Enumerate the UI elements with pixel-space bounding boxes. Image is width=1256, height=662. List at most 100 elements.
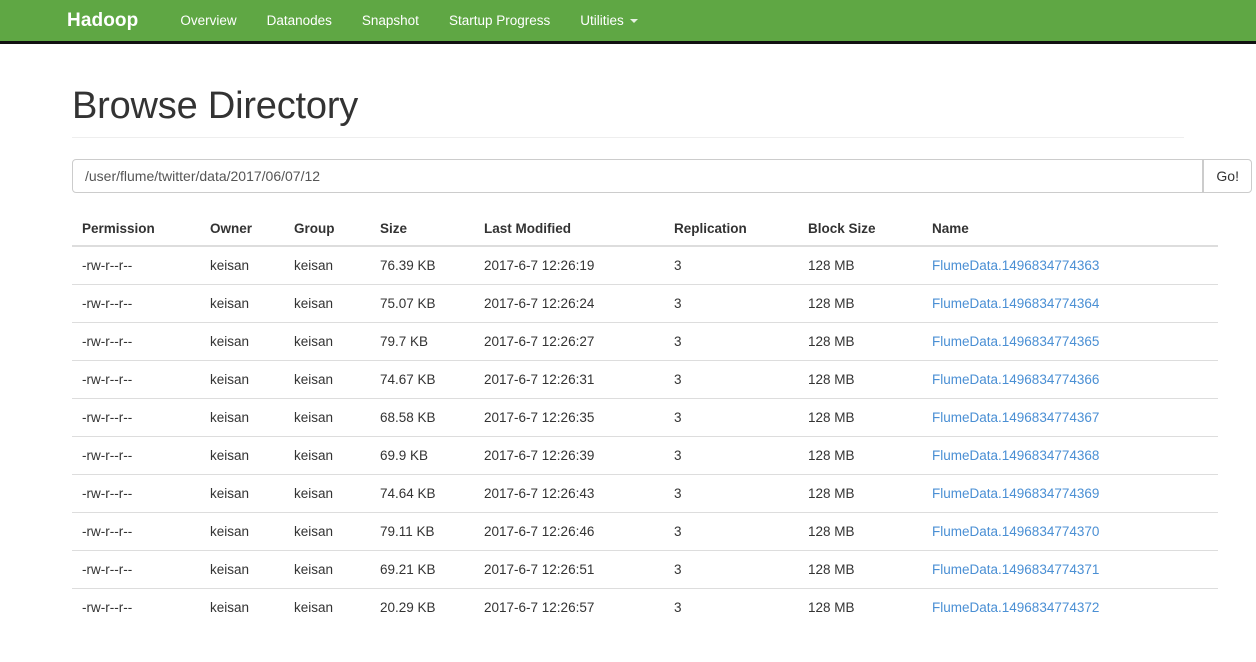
column-header-size: Size bbox=[370, 212, 474, 247]
directory-path-input[interactable] bbox=[72, 158, 1204, 193]
table-row: -rw-r--r-- keisan keisan 74.64 KB 2017-6… bbox=[72, 473, 1218, 513]
cell-last-modified: 2017-6-7 12:26:24 bbox=[474, 283, 664, 323]
cell-group: keisan bbox=[284, 283, 370, 323]
cell-block-size: 128 MB bbox=[798, 397, 922, 437]
cell-name: FlumeData.1496834774370 bbox=[922, 511, 1218, 551]
cell-size: 74.67 KB bbox=[370, 359, 474, 399]
cell-size: 69.21 KB bbox=[370, 549, 474, 589]
cell-size: 69.9 KB bbox=[370, 435, 474, 475]
cell-size: 79.11 KB bbox=[370, 511, 474, 551]
cell-permission: -rw-r--r-- bbox=[72, 511, 200, 551]
cell-block-size: 128 MB bbox=[798, 511, 922, 551]
cell-owner: keisan bbox=[200, 321, 284, 361]
cell-owner: keisan bbox=[200, 435, 284, 475]
main-container: Browse Directory Go! Permission Owner Gr… bbox=[57, 85, 1252, 626]
page-title: Browse Directory bbox=[72, 85, 359, 127]
cell-owner: keisan bbox=[210, 257, 250, 273]
file-link[interactable]: FlumeData.1496834774368 bbox=[932, 448, 1099, 463]
column-header-block-size: Block Size bbox=[798, 212, 922, 247]
brand-hadoop[interactable]: Hadoop bbox=[52, 0, 153, 43]
cell-replication: 3 bbox=[664, 359, 798, 399]
file-link[interactable]: FlumeData.1496834774364 bbox=[932, 296, 1099, 311]
cell-last-modified: 2017-6-7 12:26:31 bbox=[474, 359, 664, 399]
table-row: -rw-r--r-- keisan keisan 69.21 KB 2017-6… bbox=[72, 549, 1218, 589]
cell-block-size: 128 MB bbox=[798, 435, 922, 475]
cell-last-modified: 2017-6-7 12:26:57 bbox=[474, 587, 664, 626]
nav-item-overview[interactable]: Overview bbox=[165, 0, 251, 43]
cell-replication: 3 bbox=[664, 511, 798, 551]
cell-name: FlumeData.1496834774371 bbox=[922, 549, 1218, 589]
cell-last-modified: 2017-6-7 12:26:27 bbox=[474, 321, 664, 361]
column-header-last-modified: Last Modified bbox=[474, 212, 664, 247]
cell-last-modified: 2017-6-7 12:26:19 bbox=[484, 257, 595, 273]
column-header-group: Group bbox=[284, 212, 370, 247]
cell-name: FlumeData.1496834774366 bbox=[922, 359, 1218, 399]
cell-group: keisan bbox=[284, 473, 370, 513]
cell-block-size: 128 MB bbox=[798, 473, 922, 513]
cell-permission: -rw-r--r-- bbox=[72, 549, 200, 589]
file-link[interactable]: FlumeData.1496834774371 bbox=[932, 562, 1099, 577]
cell-group: keisan bbox=[284, 435, 370, 475]
table-row: -rw-r--r-- keisan keisan 79.7 KB 2017-6-… bbox=[72, 321, 1218, 361]
nav-links: Overview Datanodes Snapshot Startup Prog… bbox=[165, 0, 652, 43]
cell-last-modified: 2017-6-7 12:26:51 bbox=[474, 549, 664, 589]
table-body: -rw-r--r-- keisan keisan 76.39 KB 2017-6… bbox=[72, 246, 1218, 626]
cell-permission: -rw-r--r-- bbox=[72, 321, 200, 361]
cell-block-size: 128 MB bbox=[798, 549, 922, 589]
cell-permission: -rw-r--r-- bbox=[72, 283, 200, 323]
file-link[interactable]: FlumeData.1496834774363 bbox=[932, 258, 1099, 273]
cell-permission: -rw-r--r-- bbox=[72, 473, 200, 513]
table-header: Permission Owner Group Size Last Modifie… bbox=[72, 212, 1218, 247]
nav-item-label: Startup Progress bbox=[448, 12, 551, 28]
nav-item-label: Overview bbox=[180, 12, 237, 28]
cell-replication: 3 bbox=[674, 257, 682, 273]
file-link[interactable]: FlumeData.1496834774367 bbox=[932, 410, 1099, 425]
cell-owner: keisan bbox=[200, 359, 284, 399]
cell-permission: -rw-r--r-- bbox=[82, 257, 133, 273]
nav-item-utilities[interactable]: Utilities bbox=[565, 0, 653, 43]
cell-name: FlumeData.1496834774364 bbox=[922, 283, 1218, 323]
cell-block-size: 128 MB bbox=[798, 587, 922, 626]
go-button[interactable]: Go! bbox=[1203, 158, 1252, 193]
nav-item-startup-progress[interactable]: Startup Progress bbox=[434, 0, 565, 43]
cell-owner: keisan bbox=[200, 587, 284, 626]
nav-item-label: Snapshot bbox=[361, 12, 419, 28]
cell-last-modified: 2017-6-7 12:26:35 bbox=[474, 397, 664, 437]
cell-last-modified: 2017-6-7 12:26:39 bbox=[474, 435, 664, 475]
cell-block-size: 128 MB bbox=[808, 257, 855, 273]
file-link[interactable]: FlumeData.1496834774372 bbox=[932, 600, 1099, 615]
cell-name: FlumeData.1496834774368 bbox=[922, 435, 1218, 475]
table-row: -rw-r--r-- keisan keisan 79.11 KB 2017-6… bbox=[72, 511, 1218, 551]
file-link[interactable]: FlumeData.1496834774369 bbox=[932, 486, 1099, 501]
cell-replication: 3 bbox=[664, 473, 798, 513]
table-row: -rw-r--r-- keisan keisan 20.29 KB 2017-6… bbox=[72, 587, 1218, 626]
cell-name: FlumeData.1496834774372 bbox=[922, 587, 1218, 626]
cell-last-modified: 2017-6-7 12:26:43 bbox=[474, 473, 664, 513]
cell-owner: keisan bbox=[200, 549, 284, 589]
table-row: -rw-r--r-- keisan keisan 69.9 KB 2017-6-… bbox=[72, 435, 1218, 475]
cell-permission: -rw-r--r-- bbox=[72, 397, 200, 437]
cell-group: keisan bbox=[284, 549, 370, 589]
cell-owner: keisan bbox=[200, 283, 284, 323]
cell-size: 75.07 KB bbox=[370, 283, 474, 323]
file-listing-table: Permission Owner Group Size Last Modifie… bbox=[72, 212, 1218, 626]
cell-group: keisan bbox=[284, 511, 370, 551]
cell-replication: 3 bbox=[664, 587, 798, 626]
cell-block-size: 128 MB bbox=[798, 359, 922, 399]
file-link[interactable]: FlumeData.1496834774366 bbox=[932, 372, 1099, 387]
table-header-row: Permission Owner Group Size Last Modifie… bbox=[72, 212, 1218, 247]
nav-item-datanodes[interactable]: Datanodes bbox=[252, 0, 347, 43]
cell-size: 20.29 KB bbox=[370, 587, 474, 626]
cell-group: keisan bbox=[284, 397, 370, 437]
cell-permission: -rw-r--r-- bbox=[72, 359, 200, 399]
file-table-wrapper: Permission Owner Group Size Last Modifie… bbox=[72, 212, 1218, 626]
nav-item-label: Utilities bbox=[580, 12, 624, 28]
cell-owner: keisan bbox=[200, 397, 284, 437]
cell-block-size: 128 MB bbox=[798, 321, 922, 361]
file-link[interactable]: FlumeData.1496834774370 bbox=[932, 524, 1099, 539]
nav-item-snapshot[interactable]: Snapshot bbox=[347, 0, 434, 43]
cell-group: keisan bbox=[284, 587, 370, 626]
column-header-permission: Permission bbox=[72, 212, 200, 247]
file-link[interactable]: FlumeData.1496834774365 bbox=[932, 334, 1099, 349]
cell-size: 68.58 KB bbox=[370, 397, 474, 437]
